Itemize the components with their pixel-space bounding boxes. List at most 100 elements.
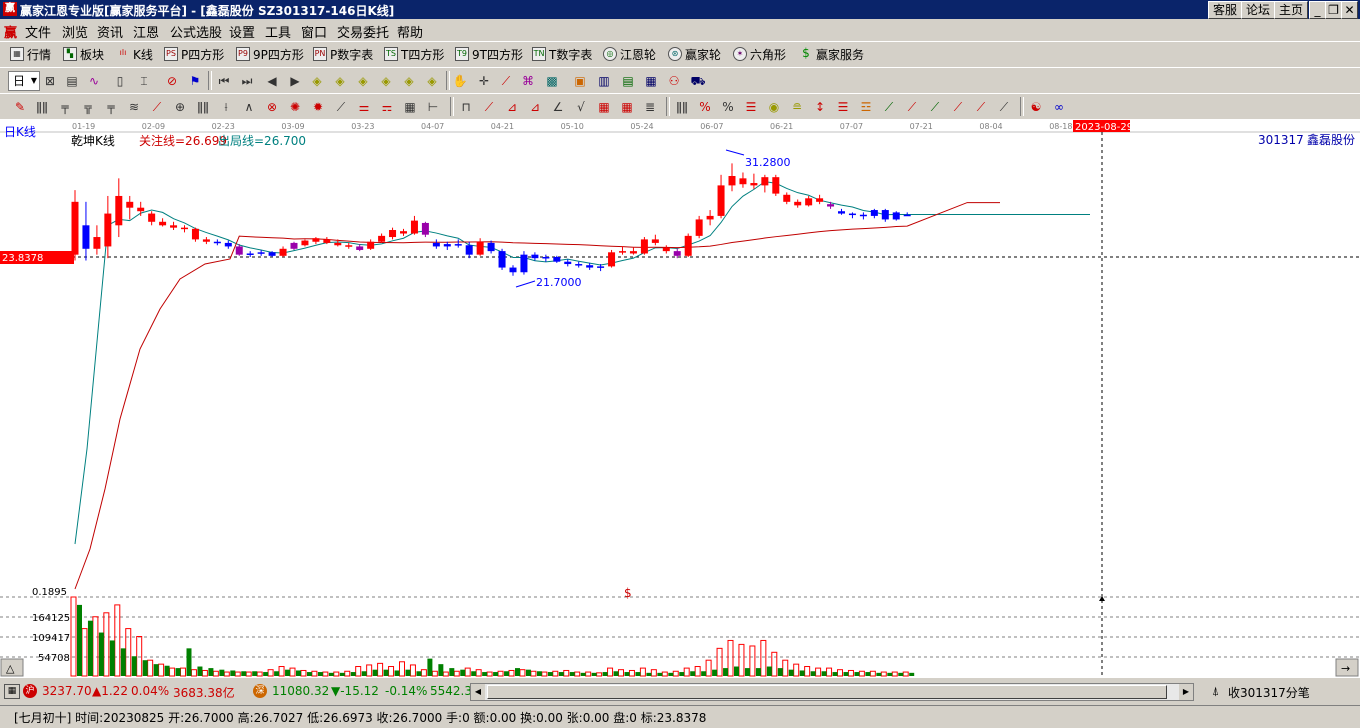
tool-27-icon[interactable]: ≣ (642, 99, 658, 115)
toolbar-pn[interactable]: PN P数字表 (313, 46, 373, 62)
tool-24-icon[interactable]: √ (573, 99, 589, 115)
scroll-left-icon[interactable]: ◀ (471, 684, 485, 700)
coin-icon[interactable]: ◉ (766, 99, 782, 115)
tool-17-icon[interactable]: ▦ (402, 99, 418, 115)
tool-22-icon[interactable]: ⊿ (527, 99, 543, 115)
next-icon[interactable]: ▶ (287, 73, 303, 89)
menu-gann[interactable]: 江恩 (133, 22, 159, 41)
tool-38-icon[interactable]: ⟋ (950, 99, 966, 115)
tool-5-icon[interactable]: ≋ (126, 99, 142, 115)
truck-icon[interactable]: ⛟ (690, 73, 706, 89)
toolbar-ts[interactable]: TS T四方形 (384, 46, 444, 62)
menu-window[interactable]: 窗口 (301, 22, 327, 41)
clear-icon[interactable]: ⊘ (164, 73, 180, 89)
scrollbar-thumb[interactable] (487, 685, 1167, 699)
tool-11-icon[interactable]: ⊗ (264, 99, 280, 115)
pencil-icon[interactable]: ✎ (12, 99, 28, 115)
first-icon[interactable]: ⏮ (216, 73, 232, 89)
table-icon[interactable]: ▥ (596, 73, 612, 89)
tool-14-icon[interactable]: ⟋ (333, 99, 349, 115)
scroll-right-icon[interactable]: ▶ (1179, 684, 1193, 700)
prev-icon[interactable]: ◀ (264, 73, 280, 89)
save-icon[interactable]: ▦ (643, 73, 659, 89)
tool-40-icon[interactable]: ⟋ (996, 99, 1012, 115)
toolbar-hexagon[interactable]: ✶ 六角形 (733, 46, 786, 62)
tool-36-icon[interactable]: ⟋ (904, 99, 920, 115)
tool-39-icon[interactable]: ⟋ (973, 99, 989, 115)
diamond-5-icon[interactable]: ◈ (401, 73, 417, 89)
last-icon[interactable]: ⏭ (239, 73, 255, 89)
menu-formula[interactable]: 公式选股 (170, 22, 222, 41)
toolbar-ps[interactable]: PS P四方形 (164, 46, 224, 62)
tool-13-icon[interactable]: ✹ (310, 99, 326, 115)
kline-chart[interactable]: 01-19 02-09 02-23 03-09 03-23 04-07 04-21 05-10… (0, 119, 1360, 678)
grid-toggle-icon[interactable]: ▦ (4, 684, 20, 699)
toolbar-tn[interactable]: TN T数字表 (532, 46, 592, 62)
yinyang-icon[interactable]: ☯ (1028, 99, 1044, 115)
tool-8-icon[interactable]: ǁǁ (195, 99, 211, 115)
period-select[interactable]: 日 ▼ (8, 71, 40, 91)
toolbar-gann-wheel[interactable]: ◎ 江恩轮 (603, 46, 656, 62)
home-button[interactable]: 主页 (1274, 1, 1308, 19)
tool-16-icon[interactable]: ⚎ (379, 99, 395, 115)
tool-21-icon[interactable]: ⊿ (504, 99, 520, 115)
flag-icon[interactable]: ⚑ (187, 73, 203, 89)
tool-31-icon[interactable]: ≘ (789, 99, 805, 115)
toolbar-sector[interactable]: ▚ 板块 (63, 46, 104, 62)
forum-button[interactable]: 论坛 (1241, 1, 1275, 19)
tool-18-icon[interactable]: ⊢ (425, 99, 441, 115)
menu-news[interactable]: 资讯 (97, 22, 123, 41)
menu-trade[interactable]: 交易委托 (337, 22, 389, 41)
candle-icon[interactable]: ▯ (112, 73, 128, 89)
tool-26-icon[interactable]: ▦ (619, 99, 635, 115)
tool-19-icon[interactable]: ⊓ (458, 99, 474, 115)
percent-icon[interactable]: % (720, 99, 736, 115)
tool-1-icon[interactable]: ǁǁ (34, 99, 50, 115)
tool-33-icon[interactable]: ☰ (835, 99, 851, 115)
tool-35-icon[interactable]: ⟋ (881, 99, 897, 115)
trend-icon[interactable]: ⟋ (498, 73, 514, 89)
wave-icon[interactable]: ∿ (86, 73, 102, 89)
tool-37-icon[interactable]: ⟋ (927, 99, 943, 115)
kline-chart-panel[interactable]: 01-19 02-09 02-23 03-09 03-23 04-07 04-21 05-10… (0, 119, 1360, 678)
tool-23-icon[interactable]: ∠ (550, 99, 566, 115)
gift-icon[interactable]: ⌘ (520, 73, 536, 89)
restore-icon[interactable]: ❐ (1325, 1, 1342, 19)
tool-6-icon[interactable]: ⟋ (149, 99, 165, 115)
tool-9-icon[interactable]: ⟊ (218, 99, 234, 115)
menu-tools[interactable]: 工具 (265, 22, 291, 41)
mdi-app-icon[interactable]: 赢 (4, 22, 17, 41)
tick-data-icon[interactable]: ⍋ (1212, 684, 1219, 699)
toolbar-p9[interactable]: P9 9P四方形 (236, 46, 304, 62)
diamond-4-icon[interactable]: ◈ (378, 73, 394, 89)
tool-25-icon[interactable]: ▦ (596, 99, 612, 115)
toolbar-service[interactable]: $ 赢家服务 (799, 46, 864, 62)
list-icon[interactable]: ▤ (620, 73, 636, 89)
tool-15-icon[interactable]: ⚌ (356, 99, 372, 115)
diamond-3-icon[interactable]: ◈ (355, 73, 371, 89)
calendar-icon[interactable]: ▣ (572, 73, 588, 89)
tool-10-icon[interactable]: ∧ (241, 99, 257, 115)
crosshair-icon[interactable]: ✛ (476, 73, 492, 89)
tool-7-icon[interactable]: ⊕ (172, 99, 188, 115)
menu-help[interactable]: 帮助 (397, 22, 423, 41)
diamond-2-icon[interactable]: ◈ (332, 73, 348, 89)
tool-29-icon[interactable]: % (697, 99, 713, 115)
close-icon[interactable]: ✕ (1341, 1, 1358, 19)
tick-data-label[interactable]: 收301317分笔 (1228, 684, 1310, 701)
toolbar-kline[interactable]: ılı K线 (116, 46, 153, 62)
bar-select-icon[interactable]: ⌶ (136, 73, 152, 89)
support-button[interactable]: 客服 (1208, 1, 1242, 19)
minimize-icon[interactable]: _ (1309, 1, 1326, 19)
tool-12-icon[interactable]: ✺ (287, 99, 303, 115)
toolbar-market[interactable]: ▦ 行情 (10, 46, 51, 62)
tool-28-icon[interactable]: ǁǁ (674, 99, 690, 115)
menu-settings[interactable]: 设置 (229, 22, 255, 41)
doc-icon[interactable]: ▤ (64, 73, 80, 89)
grid-icon[interactable]: ▩ (544, 73, 560, 89)
horizontal-scrollbar[interactable]: ◀ ▶ (470, 683, 1194, 701)
diamond-6-icon[interactable]: ◈ (424, 73, 440, 89)
tool-3-icon[interactable]: ╦ (80, 99, 96, 115)
menu-browse[interactable]: 浏览 (62, 22, 88, 41)
toolbar-t9[interactable]: T9 9T四方形 (455, 46, 523, 62)
